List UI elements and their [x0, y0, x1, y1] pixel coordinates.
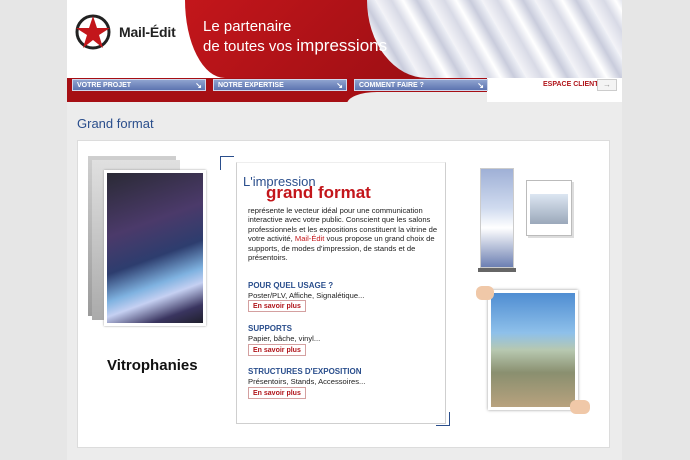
tagline-prefix: de toutes vos — [203, 38, 293, 55]
tagline-line1: Le partenaire — [203, 18, 292, 35]
tagline-line2: de toutes vos impressions — [203, 36, 387, 56]
hand-image — [476, 286, 494, 300]
arrow-down-right-icon: ↘ — [195, 81, 202, 90]
supports-more-button[interactable]: En savoir plus — [248, 344, 306, 356]
nav-label: COMMENT FAIRE ? — [359, 82, 424, 89]
rollup-base — [478, 268, 516, 272]
rollup-banner-image[interactable] — [480, 168, 514, 268]
vitrophanies-caption[interactable]: Vitrophanies — [107, 357, 198, 374]
usage-more-button[interactable]: En savoir plus — [248, 300, 306, 312]
nav-comment-faire[interactable]: COMMENT FAIRE ? ↘ — [354, 79, 488, 91]
header-decoration — [367, 0, 622, 78]
corner-decoration — [220, 156, 234, 157]
vitrophanie-photo[interactable] — [104, 170, 206, 326]
hand-image — [570, 400, 590, 414]
nav-label: VOTRE PROJET — [77, 82, 132, 89]
section-structures-title[interactable]: STRUCTURES D'EXPOSITION — [248, 367, 361, 376]
heading-big: grand format — [266, 183, 371, 202]
section-usage-sub: Poster/PLV, Affiche, Signalétique... — [248, 291, 365, 300]
car-display-image — [530, 194, 568, 224]
structures-more-button[interactable]: En savoir plus — [248, 387, 306, 399]
arrow-down-right-icon: ↘ — [336, 81, 343, 90]
section-structures-sub: Présentoirs, Stands, Accessoires... — [248, 377, 366, 386]
nav-notre-expertise[interactable]: NOTRE EXPERTISE ↘ — [213, 79, 347, 91]
intro-text: représente le vecteur idéal pour une com… — [248, 206, 444, 262]
tagline-emphasis: impressions — [296, 36, 388, 55]
espace-clients-link[interactable]: ESPACE CLIENTS — [543, 81, 603, 88]
section-usage-title[interactable]: POUR QUEL USAGE ? — [248, 281, 333, 290]
nav-curve — [347, 92, 487, 104]
nav-votre-projet[interactable]: VOTRE PROJET ↘ — [72, 79, 206, 91]
page-title: Grand format — [77, 116, 154, 131]
corner-decoration — [449, 412, 450, 426]
arrow-down-right-icon: ↘ — [477, 81, 484, 90]
brand-name[interactable]: Mail-Édit — [119, 24, 176, 40]
intro-brand: Mail-Édit — [294, 234, 325, 244]
landscape-print-image[interactable] — [488, 290, 578, 410]
corner-decoration — [220, 156, 221, 170]
nav-label: NOTRE EXPERTISE — [218, 82, 284, 89]
logo-icon[interactable] — [73, 12, 113, 52]
arrow-right-icon[interactable]: → — [597, 79, 617, 91]
site-header: Mail-Édit Le partenaire de toutes vos im… — [67, 0, 622, 78]
section-supports-title[interactable]: SUPPORTS — [248, 324, 292, 333]
corner-decoration — [436, 425, 450, 426]
section-supports-sub: Papier, bâche, vinyl... — [248, 334, 321, 343]
main-nav: VOTRE PROJET ↘ NOTRE EXPERTISE ↘ COMMENT… — [67, 78, 622, 104]
